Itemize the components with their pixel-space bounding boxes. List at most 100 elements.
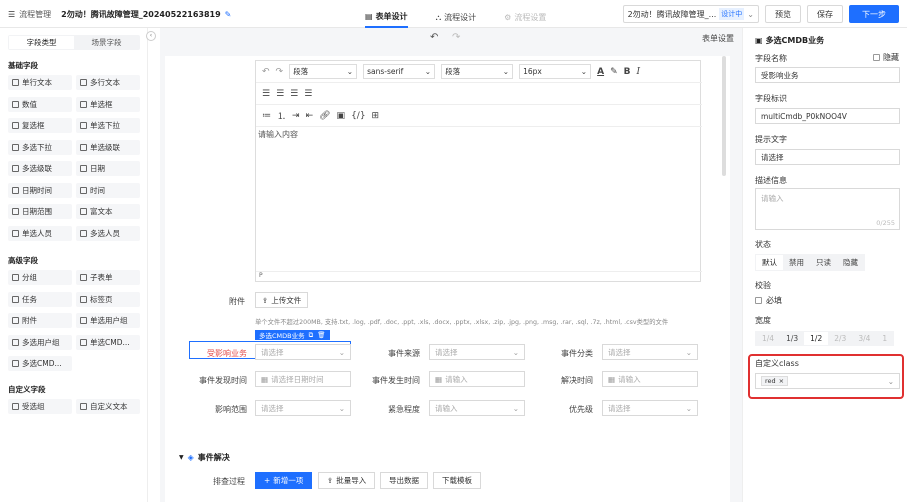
redo-icon[interactable]: ↷	[452, 32, 460, 43]
bullet-list-icon[interactable]: ≔	[262, 111, 271, 121]
block-format-select[interactable]: 段落 ⌄	[289, 64, 358, 79]
palette-item[interactable]: 单选CMD...	[76, 334, 140, 350]
close-icon[interactable]: ×	[779, 377, 784, 385]
indent-icon[interactable]: ⇥	[292, 111, 300, 121]
rich-text-editor[interactable]: ↶ ↷ 段落 ⌄ sans-serif ⌄ 段落 ⌄ 16px ⌄ A ✎ B I ☰ …	[255, 60, 702, 282]
undo-icon[interactable]: ↶	[262, 67, 270, 77]
palette-item[interactable]: 多选CMD...	[8, 356, 72, 371]
palette-item[interactable]: 多选人员	[76, 225, 140, 241]
export-data-button[interactable]: 导出数据	[380, 472, 428, 489]
field-name-input[interactable]: 受影响业务	[755, 67, 900, 83]
font-color-icon[interactable]: A	[597, 67, 604, 77]
palette-item[interactable]: 数值	[8, 96, 72, 112]
palette-item[interactable]: 多选级联	[8, 161, 72, 176]
font-size-select[interactable]: 16px ⌄	[519, 64, 592, 79]
palette-item[interactable]: 单选框	[76, 96, 140, 112]
custom-class-select[interactable]: red × ⌄	[755, 373, 900, 389]
palette-item[interactable]: 多选用户组	[8, 334, 72, 350]
save-button[interactable]: 保存	[807, 5, 843, 23]
table-icon[interactable]: ⊞	[372, 111, 380, 121]
bold-icon[interactable]: B	[624, 67, 631, 77]
form-field-input[interactable]: 请选择 ⌄	[255, 344, 351, 360]
batch-import-button[interactable]: ⇪ 批量导入	[318, 472, 376, 489]
status-option-default[interactable]: 默认	[756, 255, 783, 270]
width-option-1-3[interactable]: 1/3	[780, 332, 804, 345]
palette-item[interactable]: 日期时间	[8, 182, 72, 198]
tab-flow-design[interactable]: ⛬ 流程设计	[436, 7, 477, 28]
undo-icon[interactable]: ↶	[430, 32, 438, 43]
redo-icon[interactable]: ↷	[276, 67, 284, 77]
palette-item[interactable]: 单选级联	[76, 139, 140, 155]
align-left-icon[interactable]: ☰	[262, 89, 270, 99]
status-option-hidden[interactable]: 隐藏	[837, 255, 864, 270]
width-option-1[interactable]: 1	[876, 332, 893, 345]
tab-scene-fields[interactable]: 场景字段	[74, 36, 139, 49]
palette-item[interactable]: 标签页	[76, 291, 140, 307]
hint-input[interactable]: 请选择	[755, 149, 900, 165]
form-field-input[interactable]: 请选择 ⌄	[255, 400, 351, 416]
hide-checkbox[interactable]: 隐藏	[873, 52, 899, 63]
palette-item[interactable]: 附件	[8, 313, 72, 328]
heading-select[interactable]: 段落 ⌄	[441, 64, 514, 79]
field-type-icon	[80, 338, 87, 346]
width-option-1-4[interactable]: 1/4	[756, 332, 780, 345]
palette-item[interactable]: 多选下拉	[8, 139, 72, 155]
breadcrumb-link[interactable]: 流程管理	[19, 9, 51, 20]
palette-item[interactable]: 时间	[76, 182, 140, 198]
download-template-button[interactable]: 下载模板	[433, 472, 481, 489]
next-button[interactable]: 下一步	[849, 5, 899, 23]
version-select[interactable]: 2勿动！腾讯故障管理_... 设计中 ⌄	[622, 5, 759, 23]
collapse-panel-icon[interactable]: ‹	[146, 31, 156, 41]
palette-item[interactable]: 日期范围	[8, 204, 72, 219]
section-header[interactable]: ▼ ◈ 事件解决	[179, 452, 230, 463]
tab-field-types[interactable]: 字段类型	[9, 36, 74, 49]
code-icon[interactable]: {/}	[351, 111, 365, 121]
align-justify-icon[interactable]: ☰	[304, 89, 312, 99]
form-field-input[interactable]: 请选择 ⌄	[602, 400, 698, 416]
palette-item[interactable]: 富文本	[76, 204, 140, 219]
width-option-3-4[interactable]: 3/4	[852, 332, 876, 345]
palette-item[interactable]: 单行文本	[8, 75, 72, 90]
palette-item[interactable]: 自定义文本	[76, 399, 140, 414]
add-item-button[interactable]: + 新增一项	[255, 472, 313, 489]
palette-item[interactable]: 单选人员	[8, 225, 72, 241]
font-family-select[interactable]: sans-serif ⌄	[363, 64, 436, 79]
link-icon[interactable]: 🔗︎	[319, 111, 330, 121]
outdent-icon[interactable]: ⇤	[306, 111, 314, 121]
editor-content[interactable]: 请输入内容	[256, 129, 298, 140]
upload-button[interactable]: ⇪ 上传文件	[255, 292, 309, 308]
delete-icon[interactable]: 🗑︎	[317, 331, 325, 339]
palette-item[interactable]: 复选框	[8, 118, 72, 133]
tab-flow-settings[interactable]: ⚙ 流程设置	[504, 7, 546, 28]
palette-item[interactable]: 日期	[76, 161, 140, 176]
form-field-input[interactable]: ▦ 请输入	[602, 371, 698, 387]
edit-icon[interactable]: ✎	[225, 10, 232, 19]
align-center-icon[interactable]: ☰	[276, 89, 284, 99]
form-settings-link[interactable]: 表单设置	[702, 33, 734, 44]
palette-item[interactable]: 子表单	[76, 270, 140, 285]
image-icon[interactable]: ▣	[337, 111, 346, 121]
palette-item[interactable]: 任务	[8, 291, 72, 307]
form-field-input[interactable]: 请选择 ⌄	[602, 344, 698, 360]
palette-item[interactable]: 受选组	[8, 399, 72, 414]
status-option-disabled[interactable]: 禁用	[783, 255, 810, 270]
palette-item[interactable]: 多行文本	[76, 75, 140, 90]
canvas-scrollbar[interactable]	[722, 56, 726, 176]
description-textarea[interactable]: 请输入 0/255	[755, 188, 900, 230]
form-field-input[interactable]: ▦ 请选择日期时间	[255, 371, 351, 387]
status-option-readonly[interactable]: 只读	[810, 255, 837, 270]
palette-item[interactable]: 分组	[8, 270, 72, 285]
width-option-2-3[interactable]: 2/3	[828, 332, 852, 345]
tab-form-design[interactable]: ▤ 表单设计	[365, 7, 408, 28]
preview-button[interactable]: 预览	[765, 5, 801, 23]
align-right-icon[interactable]: ☰	[290, 89, 298, 99]
highlight-icon[interactable]: ✎	[610, 67, 618, 77]
italic-icon[interactable]: I	[636, 67, 640, 77]
palette-item[interactable]: 单选下拉	[76, 118, 140, 133]
field-id-input[interactable]: multiCmdb_P0kNOO4V	[755, 108, 900, 124]
required-checkbox[interactable]: 必填	[755, 295, 782, 306]
copy-icon[interactable]: ⧉	[309, 331, 314, 340]
numbered-list-icon[interactable]: ⒈	[277, 109, 286, 122]
palette-item[interactable]: 单选用户组	[76, 313, 140, 328]
width-option-1-2[interactable]: 1/2	[804, 332, 829, 345]
